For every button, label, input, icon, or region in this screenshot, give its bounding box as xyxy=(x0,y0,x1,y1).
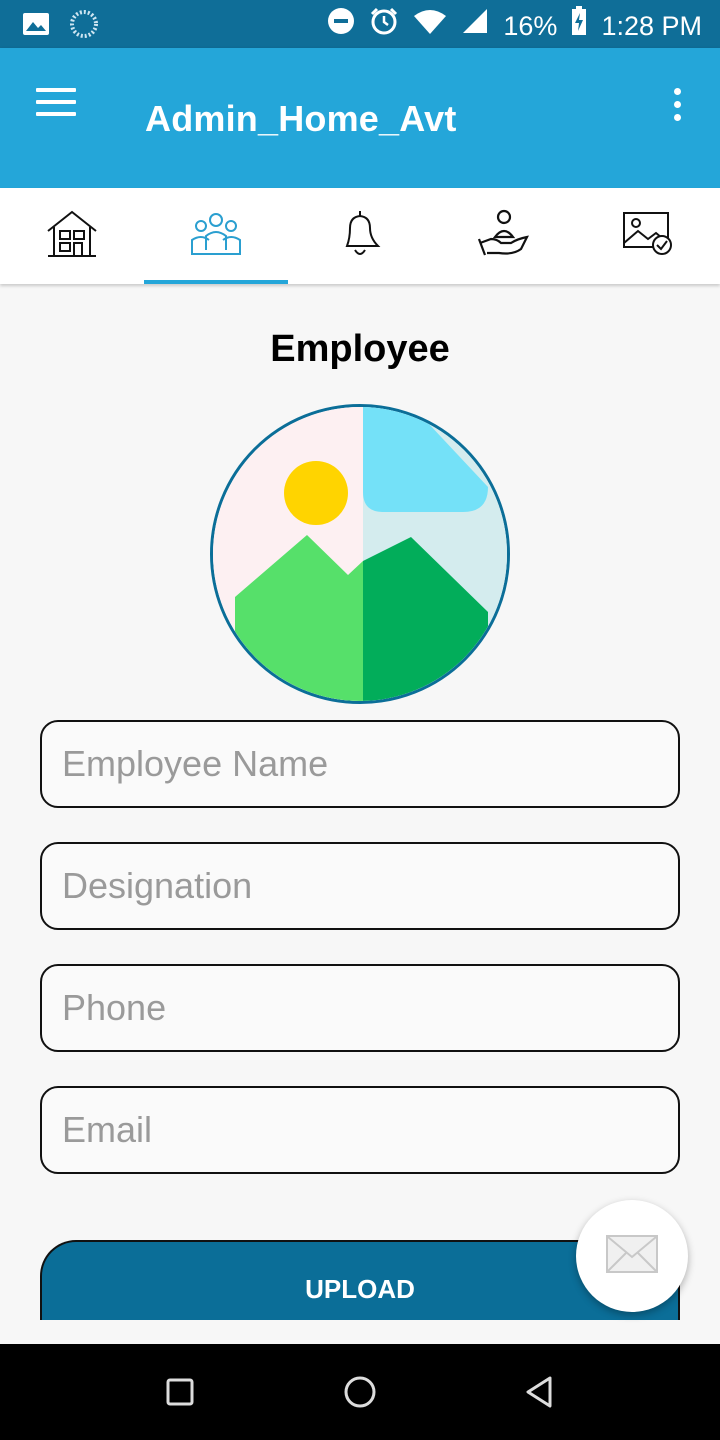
home-nav-icon[interactable] xyxy=(342,1374,378,1410)
tab-home[interactable] xyxy=(0,188,144,284)
battery-percent: 16% xyxy=(503,10,558,41)
gallery-check-icon xyxy=(622,211,674,262)
sync-icon xyxy=(70,10,98,43)
avatar-image-picker[interactable] xyxy=(210,404,510,704)
phone-field[interactable] xyxy=(40,964,680,1052)
status-bar: 16% 1:28 PM xyxy=(0,0,720,48)
designation-field[interactable] xyxy=(40,842,680,930)
placeholder-image-icon xyxy=(213,407,507,701)
tab-care[interactable] xyxy=(432,188,576,284)
signal-icon xyxy=(461,7,489,44)
clock: 1:28 PM xyxy=(601,10,702,41)
tab-notifications[interactable] xyxy=(288,188,432,284)
page-title: Employee xyxy=(270,328,450,370)
email-input[interactable] xyxy=(42,1088,678,1172)
tab-bar xyxy=(0,188,720,284)
recent-apps-icon[interactable] xyxy=(162,1374,198,1410)
team-icon xyxy=(189,210,243,263)
image-icon xyxy=(22,12,50,41)
wifi-icon xyxy=(413,8,447,44)
tab-team[interactable] xyxy=(144,188,288,284)
battery-charging-icon xyxy=(571,6,587,45)
dnd-icon xyxy=(327,7,355,44)
employee-name-input[interactable] xyxy=(42,722,678,806)
home-icon xyxy=(46,209,98,264)
more-vert-icon[interactable] xyxy=(674,88,682,127)
mail-icon xyxy=(606,1234,658,1278)
back-icon[interactable] xyxy=(522,1374,558,1410)
employee-name-field[interactable] xyxy=(40,720,680,808)
hand-person-icon xyxy=(477,209,531,264)
tab-gallery[interactable] xyxy=(576,188,720,284)
app-bar: Admin_Home_Avt xyxy=(0,48,720,188)
app-title: Admin_Home_Avt xyxy=(145,98,457,139)
phone-input[interactable] xyxy=(42,966,678,1050)
alarm-icon xyxy=(369,6,399,45)
system-nav-bar xyxy=(0,1344,720,1440)
bell-icon xyxy=(338,208,382,265)
designation-input[interactable] xyxy=(42,844,678,928)
employee-form: Employee UPLOAD xyxy=(0,284,720,1344)
menu-icon[interactable] xyxy=(36,88,76,120)
email-field[interactable] xyxy=(40,1086,680,1174)
mail-fab[interactable] xyxy=(576,1200,688,1312)
